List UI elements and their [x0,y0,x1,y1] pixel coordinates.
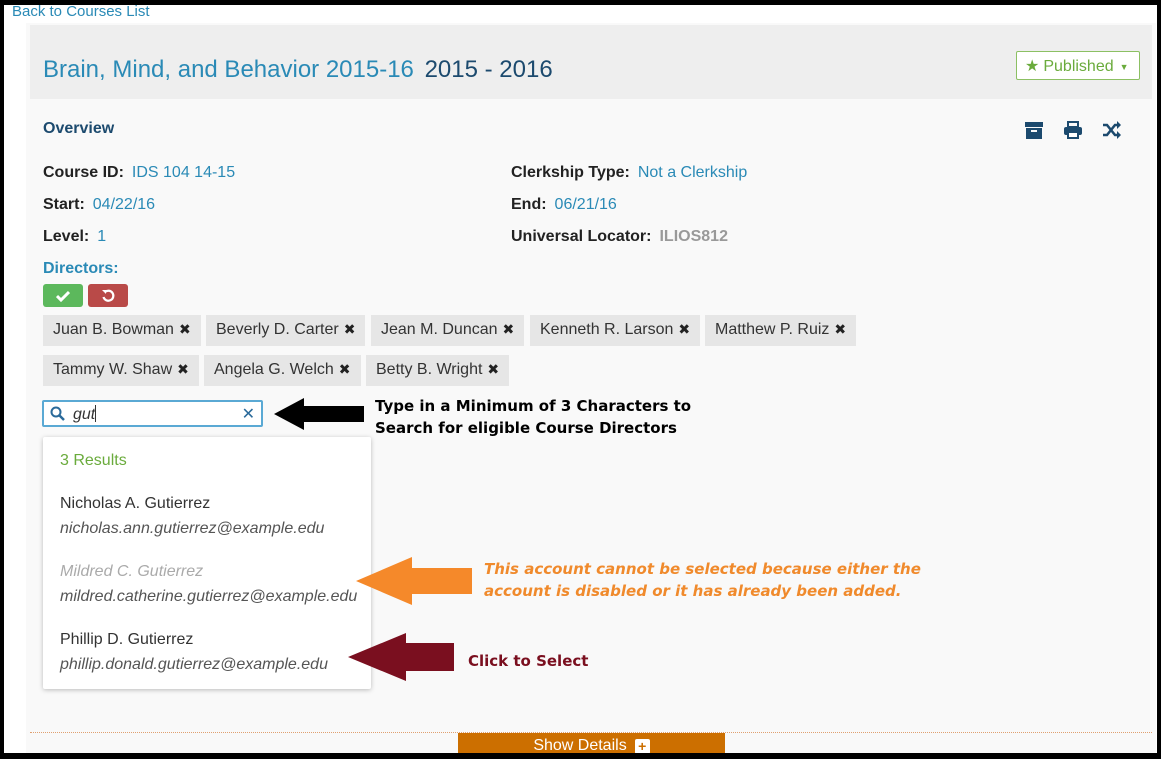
search-query: gut [73,405,97,424]
director-tag[interactable]: Juan B. Bowman ✖ [43,315,201,346]
show-details-button[interactable]: Show Details + [458,733,725,754]
result-item[interactable]: Phillip D. Gutierrez phillip.donald.guti… [60,631,328,674]
maroon-arrow-annotation [348,633,454,681]
end-value[interactable]: 06/21/16 [555,196,617,213]
disabled-hint-line-2: account is disabled or it has already be… [484,582,902,600]
clerkship-label: Clerkship Type: [511,164,630,181]
search-query-text: gut [73,406,96,423]
start-value[interactable]: 04/22/16 [93,196,155,213]
search-hint-line-2: Search for eligible Course Directors [375,419,677,437]
overview-heading: Overview [43,120,115,137]
course-id-label: Course ID: [43,164,124,181]
course-id-field: Course ID: IDS 104 14-15 [43,164,235,182]
level-field: Level: 1 [43,228,106,246]
back-to-courses-link[interactable]: Back to Courses List [12,5,150,20]
remove-icon[interactable]: ✖ [487,361,499,377]
start-field: Start: 04/22/16 [43,196,155,214]
remove-icon[interactable]: ✖ [678,321,690,337]
disabled-hint-annotation: This account cannot be selected because … [484,558,921,602]
search-hint-line-1: Type in a Minimum of 3 Characters to [375,397,692,415]
cancel-directors-button[interactable] [88,284,128,307]
directors-label: Directors: [43,260,119,277]
director-tag[interactable]: Angela G. Welch ✖ [204,355,361,386]
director-name: Juan B. Bowman [53,321,174,338]
remove-icon[interactable]: ✖ [339,361,351,377]
end-label: End: [511,196,547,213]
locator-field: Universal Locator: ILIOS812 [511,228,728,246]
star-icon: ★ [1025,58,1040,75]
black-arrow-annotation [274,398,364,430]
disabled-hint-line-1: This account cannot be selected because … [484,560,921,578]
remove-icon[interactable]: ✖ [179,321,191,337]
director-name: Angela G. Welch [214,361,334,378]
result-item[interactable]: Nicholas A. Gutierrez nicholas.ann.gutie… [60,495,324,538]
text-cursor [95,405,97,422]
director-tag[interactable]: Jean M. Duncan ✖ [371,315,525,346]
clear-search-icon[interactable]: ✕ [242,404,255,424]
director-name: Jean M. Duncan [381,321,498,338]
locator-label: Universal Locator: [511,228,652,245]
director-tag[interactable]: Betty B. Wright ✖ [366,355,510,386]
director-tag[interactable]: Kenneth R. Larson ✖ [530,315,701,346]
remove-icon[interactable]: ✖ [177,361,189,377]
director-name: Matthew P. Ruiz [715,321,830,338]
start-label: Start: [43,196,85,213]
results-count: 3 Results [60,452,127,469]
director-tag[interactable]: Beverly D. Carter ✖ [206,315,366,346]
clerkship-value[interactable]: Not a Clerkship [638,164,747,181]
director-name: Betty B. Wright [376,361,483,378]
course-title: Brain, Mind, and Behavior 2015-16 2015 -… [43,56,553,84]
director-name: Kenneth R. Larson [540,321,674,338]
undo-icon [102,289,115,302]
result-name: Phillip D. Gutierrez [60,631,194,648]
show-details-label: Show Details [533,737,627,754]
save-directors-button[interactable] [43,284,83,307]
level-value[interactable]: 1 [97,228,106,245]
remove-icon[interactable]: ✖ [834,321,846,337]
remove-icon[interactable]: ✖ [344,321,356,337]
director-name: Tammy W. Shaw [53,361,173,378]
course-year: 2015 - 2016 [424,56,553,83]
director-tag[interactable]: Matthew P. Ruiz ✖ [705,315,857,346]
plus-icon: + [634,739,650,753]
locator-value: ILIOS812 [659,228,728,245]
director-search-input[interactable]: gut ✕ [42,400,263,427]
publish-status-button[interactable]: ★ Published ▼ [1016,51,1140,80]
select-hint-annotation: Click to Select [468,652,589,670]
result-email: mildred.catherine.gutierrez@example.edu [60,588,358,605]
result-email: phillip.donald.gutierrez@example.edu [60,656,328,673]
check-icon [56,290,70,302]
caret-down-icon: ▼ [1119,61,1129,72]
result-name: Nicholas A. Gutierrez [60,495,211,512]
course-header: Brain, Mind, and Behavior 2015-16 2015 -… [30,25,1152,99]
print-icon[interactable] [1063,120,1083,140]
search-hint-annotation: Type in a Minimum of 3 Characters to Sea… [375,395,691,439]
search-icon [50,406,65,421]
course-panel: Brain, Mind, and Behavior 2015-16 2015 -… [26,23,1156,753]
course-id-value[interactable]: IDS 104 14-15 [132,164,235,181]
result-item-disabled: Mildred C. Gutierrez mildred.catherine.g… [60,563,357,606]
search-results-dropdown: 3 Results Nicholas A. Gutierrez nicholas… [43,437,371,689]
director-tag[interactable]: Tammy W. Shaw ✖ [43,355,199,386]
course-title-text: Brain, Mind, and Behavior 2015-16 [43,56,414,83]
end-field: End: 06/21/16 [511,196,617,214]
screenshot-frame: Back to Courses List Brain, Mind, and Be… [0,0,1161,759]
result-email: nicholas.ann.gutierrez@example.edu [60,520,325,537]
remove-icon[interactable]: ✖ [503,321,515,337]
shuffle-icon[interactable] [1102,120,1122,140]
level-label: Level: [43,228,90,245]
publish-status-label: Published [1043,58,1114,75]
director-name: Beverly D. Carter [216,321,339,338]
archive-icon[interactable] [1024,120,1044,140]
result-name: Mildred C. Gutierrez [60,563,204,580]
clerkship-field: Clerkship Type: Not a Clerkship [511,164,747,182]
orange-arrow-annotation [356,557,472,605]
